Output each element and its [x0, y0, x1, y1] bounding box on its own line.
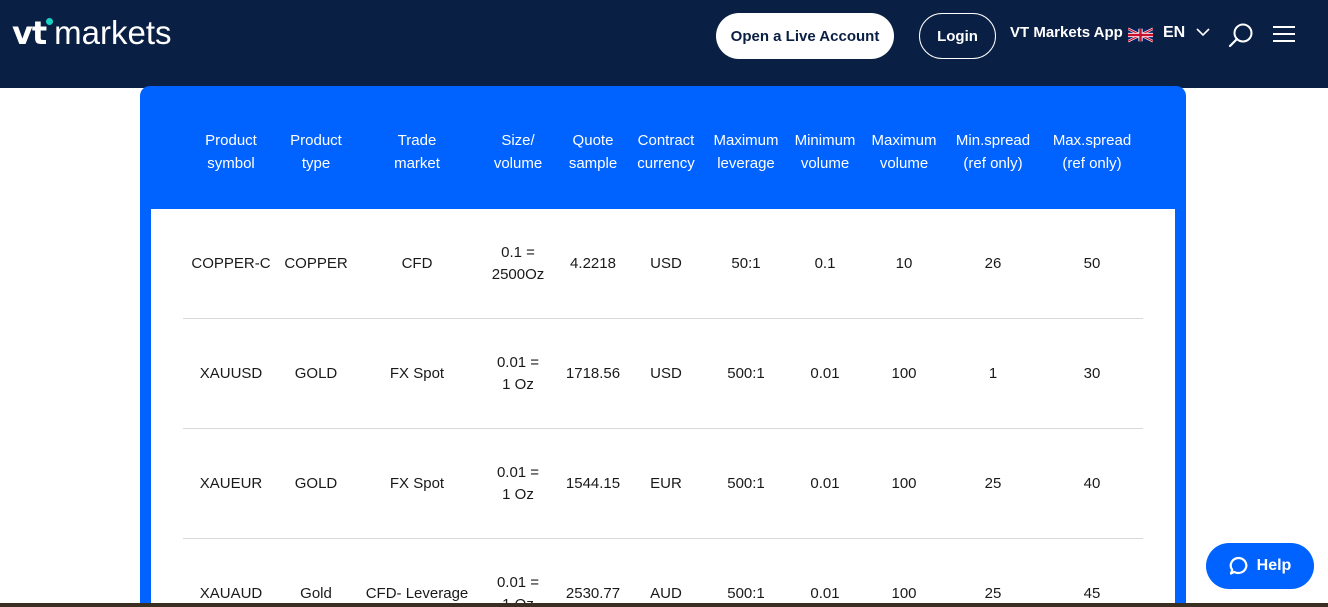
cell-size-volume: 0.01 = 1 Oz: [496, 574, 540, 607]
cell-trade-market: CFD: [401, 255, 433, 272]
cell-max-spread: 40: [1083, 475, 1101, 492]
cell-quote-sample: 4.2218: [570, 255, 616, 272]
row-divider: [183, 428, 1143, 429]
cell-contract-currency: USD: [650, 255, 682, 272]
column-header-trade-market: Trade market: [394, 132, 440, 172]
cell-size-volume: 0.1 = 2500Oz: [491, 244, 545, 283]
bottom-edge-strip: [0, 603, 1328, 607]
column-header-min-spread: Min.spread (ref only): [955, 132, 1031, 172]
row-divider: [183, 318, 1143, 319]
column-header-minimum-volume: Minimum volume: [794, 132, 856, 172]
cell-max-spread: 30: [1083, 365, 1101, 382]
cell-max-spread: 50: [1083, 255, 1101, 272]
vt-markets-app-link[interactable]: VT Markets App: [1010, 24, 1123, 41]
cell-quote-sample: 1544.15: [565, 475, 621, 492]
cell-size-volume: 0.01 = 1 Oz: [496, 464, 540, 503]
cell-minimum-volume: 0.1: [814, 255, 836, 272]
cell-minimum-volume: 0.01: [810, 475, 840, 492]
cell-product-symbol: XAUEUR: [199, 475, 263, 492]
logo-dot-icon: [46, 18, 53, 25]
cell-max-spread: 45: [1083, 585, 1101, 602]
cell-product-type: GOLD: [294, 365, 338, 382]
cell-minimum-volume: 0.01: [810, 585, 840, 602]
cell-product-type: GOLD: [294, 475, 338, 492]
cell-maximum-volume: 100: [891, 365, 917, 382]
cell-min-spread: 25: [984, 585, 1002, 602]
cell-maximum-leverage: 500:1: [727, 475, 765, 492]
vt-markets-logo[interactable]: vt markets: [12, 14, 172, 54]
cell-product-type: Gold: [300, 585, 332, 602]
column-header-quote-sample: Quote sample: [568, 132, 618, 172]
logo-vt-text: vt: [12, 14, 47, 52]
login-button[interactable]: Login: [919, 13, 996, 59]
cell-maximum-leverage: 500:1: [727, 585, 765, 602]
cell-maximum-volume: 10: [895, 255, 913, 272]
row-divider: [183, 538, 1143, 539]
help-label: Help: [1256, 557, 1292, 574]
cell-min-spread: 26: [984, 255, 1002, 272]
open-live-account-button[interactable]: Open a Live Account: [716, 13, 894, 59]
cell-maximum-volume: 100: [891, 475, 917, 492]
cell-product-type: COPPER: [284, 255, 348, 272]
search-icon[interactable]: [1228, 22, 1254, 48]
cell-min-spread: 25: [984, 475, 1002, 492]
menu-icon[interactable]: [1273, 25, 1295, 43]
cell-contract-currency: AUD: [650, 585, 682, 602]
cell-maximum-volume: 100: [891, 585, 917, 602]
column-header-size-volume: Size/ volume: [493, 132, 543, 172]
cell-product-symbol: XAUUSD: [199, 365, 263, 382]
logo-markets-text: markets: [54, 14, 172, 51]
chat-bubble-icon: [1229, 556, 1248, 575]
cell-maximum-leverage: 50:1: [731, 255, 761, 272]
cell-product-symbol: COPPER-C: [191, 255, 271, 272]
column-header-product-symbol: Product symbol: [205, 132, 257, 172]
cell-product-symbol: XAUAUD: [199, 585, 263, 602]
uk-flag-icon[interactable]: [1128, 27, 1153, 43]
language-selector[interactable]: EN: [1163, 24, 1185, 42]
cell-quote-sample: 2530.77: [565, 585, 621, 602]
cell-maximum-leverage: 500:1: [727, 365, 765, 382]
cell-trade-market: FX Spot: [389, 475, 445, 492]
cell-contract-currency: USD: [650, 365, 682, 382]
column-header-max-spread: Max.spread (ref only): [1052, 132, 1132, 172]
column-header-maximum-volume: Maximum volume: [871, 132, 937, 172]
cell-trade-market: FX Spot: [389, 365, 445, 382]
chevron-down-icon[interactable]: [1196, 27, 1210, 37]
cell-min-spread: 1: [988, 365, 998, 382]
cell-trade-market: CFD- Leverage: [365, 585, 469, 602]
column-header-maximum-leverage: Maximum leverage: [713, 132, 779, 172]
column-header-product-type: Product type: [290, 132, 342, 172]
cell-quote-sample: 1718.56: [565, 365, 621, 382]
help-button[interactable]: Help: [1206, 543, 1314, 589]
cell-size-volume: 0.01 = 1 Oz: [496, 354, 540, 393]
top-navigation-bar: vt markets Open a Live Account Login VT …: [0, 0, 1328, 88]
cell-minimum-volume: 0.01: [810, 365, 840, 382]
column-header-contract-currency: Contract currency: [637, 132, 695, 172]
cell-contract-currency: EUR: [650, 475, 682, 492]
